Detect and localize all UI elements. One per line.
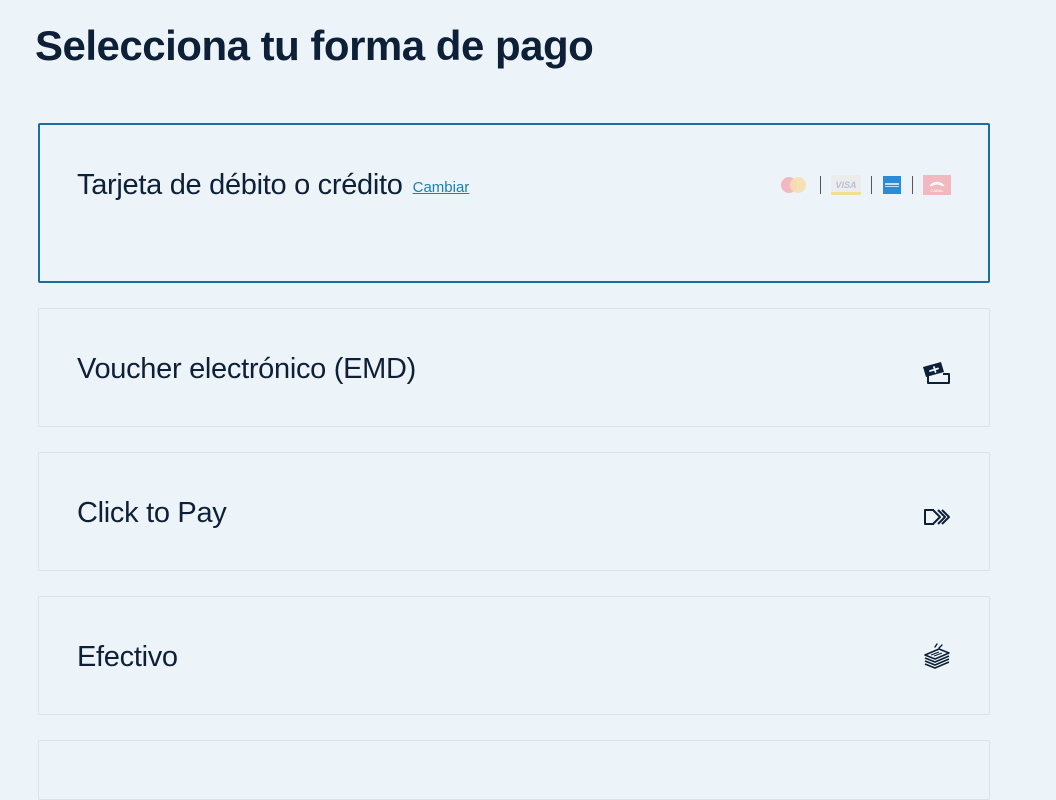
payment-option-voucher-label: Voucher electrónico (EMD) — [77, 353, 417, 385]
page-title: Selecciona tu forma de pago — [35, 22, 594, 69]
cash-stack-icon — [924, 643, 950, 669]
cabal-icon: CABAL — [923, 175, 951, 195]
payment-option-click-to-pay-label: Click to Pay — [77, 497, 227, 529]
payment-option-card[interactable]: Tarjeta de débito o crédito Cambiar VISA … — [38, 123, 990, 283]
payment-option-cash-label: Efectivo — [77, 641, 178, 673]
payment-option-card-label-row: Tarjeta de débito o crédito Cambiar — [77, 169, 469, 202]
brand-divider — [912, 176, 913, 194]
change-card-link[interactable]: Cambiar — [413, 179, 470, 196]
mastercard-icon — [781, 177, 806, 193]
brand-divider — [820, 176, 821, 194]
svg-text:CABAL: CABAL — [930, 188, 944, 193]
amex-icon — [883, 176, 901, 194]
payment-option-more[interactable] — [38, 740, 990, 800]
brand-divider — [871, 176, 872, 194]
payment-option-click-to-pay[interactable]: Click to Pay — [38, 452, 990, 571]
visa-icon: VISA — [831, 175, 861, 195]
payment-option-card-label: Tarjeta de débito o crédito — [77, 169, 403, 201]
payment-option-voucher[interactable]: Voucher electrónico (EMD) — [38, 308, 990, 427]
svg-text:VISA: VISA — [835, 180, 856, 190]
click-to-pay-icon — [924, 509, 950, 525]
voucher-ticket-icon — [923, 362, 950, 384]
card-brands: VISA CABAL — [778, 175, 951, 195]
payment-option-cash[interactable]: Efectivo — [38, 596, 990, 715]
